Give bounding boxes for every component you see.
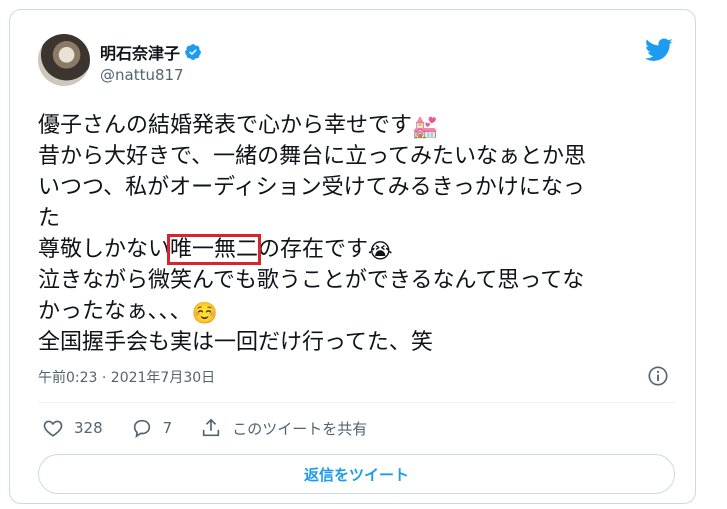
speech-bubble-icon	[133, 419, 150, 439]
tweet-line: いつつ、私がオーディション受けてみるきっかけになっ	[38, 175, 585, 200]
author-handle[interactable]: @nattu817	[100, 66, 184, 84]
divider	[38, 402, 675, 403]
tweet-line: 泣きながら微笑んでも歌うことができるなんて思ってな	[38, 268, 585, 293]
tweet-card: 明石奈津子 @nattu817 優子さんの結婚発表で心から幸せです💒 昔から大好…	[9, 9, 696, 504]
tweet-line-text: 尊敬しかない	[38, 237, 171, 262]
crying-face-emoji-icon: 😭	[368, 239, 393, 263]
author-name-row[interactable]: 明石奈津子	[100, 40, 202, 64]
highlighted-phrase: 唯一無二	[167, 234, 262, 265]
heart-icon	[43, 420, 63, 437]
smiling-face-emoji-icon: ☺️	[191, 301, 218, 325]
author-name[interactable]: 明石奈津子	[100, 40, 180, 64]
tweet-line-text: の存在です	[258, 237, 369, 262]
tweet-line-text: かったなぁ、、、	[38, 299, 192, 324]
tweet-timestamp[interactable]: 午前0:23 · 2021年7月30日	[38, 367, 215, 387]
like-button[interactable]: 328	[42, 417, 103, 439]
reply-tweet-button[interactable]: 返信をツイート	[38, 454, 675, 494]
avatar[interactable]	[38, 34, 90, 86]
reply-count: 7	[162, 419, 173, 437]
share-button[interactable]: このツイートを共有	[200, 417, 367, 439]
tweet-line: た	[38, 206, 61, 231]
tweet-text: 優子さんの結婚発表で心から幸せです💒 昔から大好きで、一緒の舞台に立ってみたいな…	[38, 110, 688, 358]
share-icon	[203, 418, 220, 437]
tweet-line: かったなぁ、、、☺️	[38, 296, 688, 327]
share-label: このツイートを共有	[232, 419, 368, 438]
wedding-chapel-emoji-icon: 💒	[412, 115, 439, 139]
reply-button[interactable]: 7	[131, 417, 173, 439]
tweet-line: 昔から大好きで、一緒の舞台に立ってみたいなぁとか思	[38, 144, 587, 169]
tweet-line-text: 優子さんの結婚発表で心から幸せです	[38, 113, 413, 138]
tweet-line: 優子さんの結婚発表で心から幸せです💒	[38, 110, 688, 141]
tweet-line: 全国握手会も実は一回だけ行ってた、笑	[38, 330, 433, 355]
verified-badge-icon	[185, 44, 201, 60]
twitter-bird-icon[interactable]	[645, 38, 673, 62]
like-count: 328	[74, 419, 103, 437]
tweet-line: 尊敬しかない唯一無二の存在です😭	[38, 234, 688, 265]
action-bar: 328 7 このツイートを共有	[42, 417, 395, 439]
info-icon[interactable]	[647, 365, 669, 387]
